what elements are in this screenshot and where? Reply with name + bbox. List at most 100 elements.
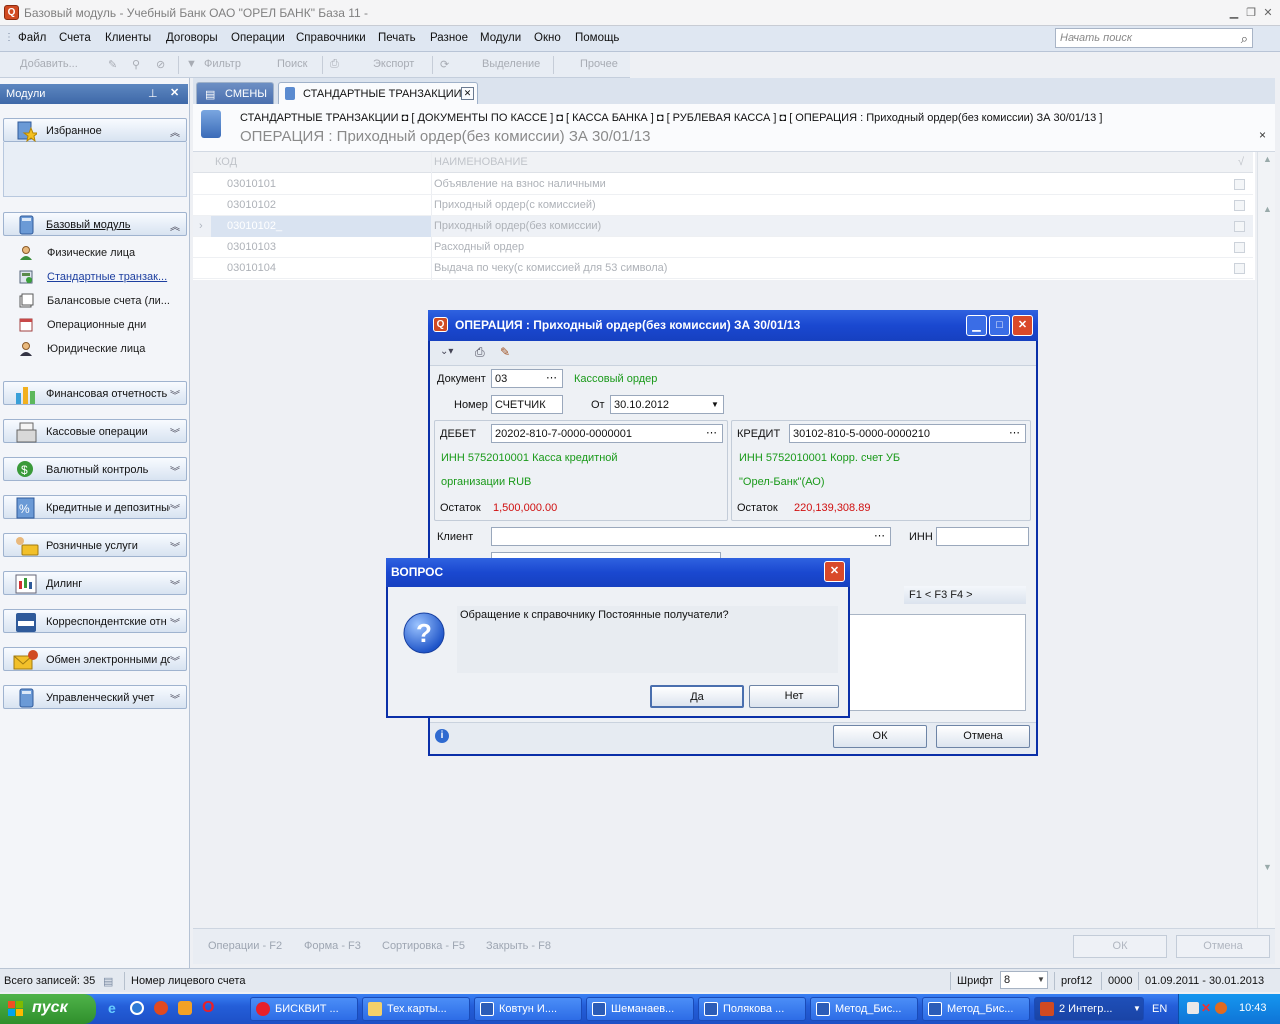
expand-icon[interactable]: ︾ <box>170 653 180 668</box>
menu-accounts[interactable]: Счета <box>59 32 91 44</box>
task-kovtun[interactable]: Ковтун И.... <box>474 997 582 1021</box>
date-field[interactable]: 30.10.2012 ▼ <box>610 395 724 414</box>
expand-icon[interactable]: ︾ <box>170 463 180 478</box>
notes-area[interactable] <box>848 614 1026 711</box>
tray-status-icon[interactable] <box>1215 1002 1227 1014</box>
f3-form-button[interactable]: Форма - F3 <box>304 940 361 952</box>
group-electronic-exchange[interactable]: Обмен электронными до ︾ <box>3 647 187 671</box>
menu-file[interactable]: Файл <box>18 32 46 44</box>
ellipsis-icon[interactable]: ⋯ <box>874 529 885 542</box>
info-icon[interactable]: i <box>435 729 449 743</box>
view-icon[interactable]: ⚲ <box>132 58 140 71</box>
panel-close-icon[interactable]: ✕ <box>170 86 179 99</box>
sidebar-item-standard-transactions[interactable]: Стандартные транзак... <box>18 267 186 287</box>
filter-button[interactable]: Фильтр <box>204 58 241 70</box>
start-button[interactable]: пуск <box>0 994 96 1024</box>
print-icon[interactable]: ⎙ <box>475 345 485 360</box>
group-cash-operations[interactable]: Кассовые операции ︾ <box>3 419 187 443</box>
breadcrumb-close-icon[interactable]: × <box>1259 128 1266 142</box>
maximize-button[interactable]: ❐ <box>1243 4 1259 20</box>
client-field[interactable]: ⋯ <box>491 527 891 546</box>
vertical-scrollbar[interactable]: ▲ ▲ ▼ <box>1257 152 1275 928</box>
ok-button[interactable]: ОК <box>833 725 927 748</box>
task-method-2[interactable]: Метод_Бис... <box>922 997 1030 1021</box>
group-management-accounting[interactable]: Управленческий учет ︾ <box>3 685 187 709</box>
add-button[interactable]: Добавить... <box>20 58 78 70</box>
group-credit-deposit[interactable]: % Кредитные и депозитные ︾ <box>3 495 187 519</box>
table-row[interactable]: 03010104 Выдача по чеку(с комиссией для … <box>193 258 1253 279</box>
antivirus-icon[interactable]: ✕ <box>1201 1001 1211 1015</box>
font-size-select[interactable]: 8 ▼ <box>1000 971 1048 989</box>
table-row[interactable]: 03010101 Объявление на взнос наличными <box>193 174 1253 195</box>
expand-icon[interactable]: ︾ <box>170 577 180 592</box>
tab-standard-transactions[interactable]: СТАНДАРТНЫЕ ТРАНЗАКЦИИ ✕ <box>278 82 478 104</box>
sidebar-item-legal-entities[interactable]: Юридические лица <box>18 339 186 359</box>
menu-operations[interactable]: Операции <box>231 32 285 44</box>
minimize-button[interactable]: ▁ <box>1226 4 1242 20</box>
menu-help[interactable]: Помощь <box>575 32 619 44</box>
check-all-icon[interactable]: √ <box>1238 156 1244 168</box>
search-tool-button[interactable]: Поиск <box>277 58 307 70</box>
menu-print[interactable]: Печать <box>378 32 416 44</box>
task-biskvit[interactable]: БИСКВИТ ... <box>250 997 358 1021</box>
table-row[interactable]: 03010103 Расходный ордер <box>193 237 1253 258</box>
close-button[interactable]: ✕ <box>824 561 845 582</box>
media-player-icon[interactable] <box>130 1001 144 1015</box>
other-button[interactable]: Прочее <box>580 58 618 70</box>
dropdown-icon[interactable]: ⌄▾ <box>440 346 453 357</box>
ellipsis-icon[interactable]: ⋯ <box>706 426 717 439</box>
language-indicator[interactable]: EN <box>1152 1003 1167 1015</box>
menu-modules[interactable]: Модули <box>480 32 521 44</box>
row-checkbox[interactable] <box>1234 263 1245 274</box>
tray-app-icon[interactable] <box>1187 1002 1199 1014</box>
yes-button[interactable]: Да <box>650 685 744 708</box>
number-field[interactable]: СЧЕТЧИК <box>491 395 563 414</box>
task-tech-cards[interactable]: Тех.карты... <box>362 997 470 1021</box>
close-button[interactable]: ✕ <box>1012 315 1033 336</box>
select-button[interactable]: Выделение <box>482 58 540 70</box>
sidebar-item-balance-accounts[interactable]: Балансовые счета (ли... <box>18 291 186 311</box>
opera-icon[interactable]: O <box>202 999 214 1017</box>
tab-shifts[interactable]: ▤ СМЕНЫ <box>196 82 274 104</box>
no-button[interactable]: Нет <box>749 685 839 708</box>
task-shemanaev[interactable]: Шеманаев... <box>586 997 694 1021</box>
inn-field[interactable] <box>936 527 1029 546</box>
tab-close-icon[interactable]: ✕ <box>461 87 474 100</box>
table-row[interactable]: 03010102 Приходный ордер(с комиссией) <box>193 195 1253 216</box>
expand-icon[interactable]: ︾ <box>170 387 180 402</box>
sidebar-item-individuals[interactable]: Физические лица <box>18 243 186 263</box>
row-checkbox[interactable] <box>1234 179 1245 190</box>
f8-close-button[interactable]: Закрыть - F8 <box>486 940 551 952</box>
ie-icon[interactable]: e <box>108 1000 116 1016</box>
document-field[interactable]: 03 ⋯ <box>491 369 563 388</box>
collapse-icon[interactable]: ︽ <box>170 218 180 233</box>
row-checkbox[interactable] <box>1234 200 1245 211</box>
chevron-down-icon[interactable]: ▼ <box>711 400 719 409</box>
scroll-down-icon[interactable]: ▼ <box>1263 862 1272 872</box>
debit-account-field[interactable]: 20202-810-7-0000-0000001 ⋯ <box>491 424 723 443</box>
ellipsis-icon[interactable]: ⋯ <box>546 371 557 384</box>
expand-icon[interactable]: ︾ <box>170 615 180 630</box>
maximize-button[interactable]: □ <box>989 315 1010 336</box>
task-polyakova[interactable]: Полякова ... <box>698 997 806 1021</box>
row-checkbox[interactable] <box>1234 242 1245 253</box>
close-button[interactable]: ✕ <box>1260 4 1276 20</box>
delete-icon[interactable]: ⊘ <box>156 58 165 71</box>
ellipsis-icon[interactable]: ⋯ <box>1009 426 1020 439</box>
collapse-icon[interactable]: ︽ <box>170 124 180 139</box>
scroll-up-icon[interactable]: ▲ <box>1263 154 1272 164</box>
group-favorites[interactable]: Избранное ︽ <box>3 118 187 142</box>
credit-account-field[interactable]: 30102-810-5-0000-0000210 ⋯ <box>789 424 1026 443</box>
group-financial-reporting[interactable]: Финансовая отчетность ︾ <box>3 381 187 405</box>
scroll-up-icon[interactable]: ▲ <box>1263 204 1272 214</box>
edit-icon[interactable]: ✎ <box>500 345 510 359</box>
cancel-button[interactable]: Отмена <box>936 725 1030 748</box>
table-row-selected[interactable]: › 03010102_ Приходный ордер(без комиссии… <box>193 216 1253 237</box>
search-icon[interactable]: ⌕ <box>1241 31 1248 47</box>
column-header-code[interactable]: КОД <box>215 156 237 168</box>
group-currency-control[interactable]: $ Валютный контроль ︾ <box>3 457 187 481</box>
firefox-icon[interactable] <box>154 1001 168 1015</box>
sidebar-item-operational-days[interactable]: Операционные дни <box>18 315 186 335</box>
task-method-1[interactable]: Метод_Бис... <box>810 997 918 1021</box>
expand-icon[interactable]: ︾ <box>170 425 180 440</box>
